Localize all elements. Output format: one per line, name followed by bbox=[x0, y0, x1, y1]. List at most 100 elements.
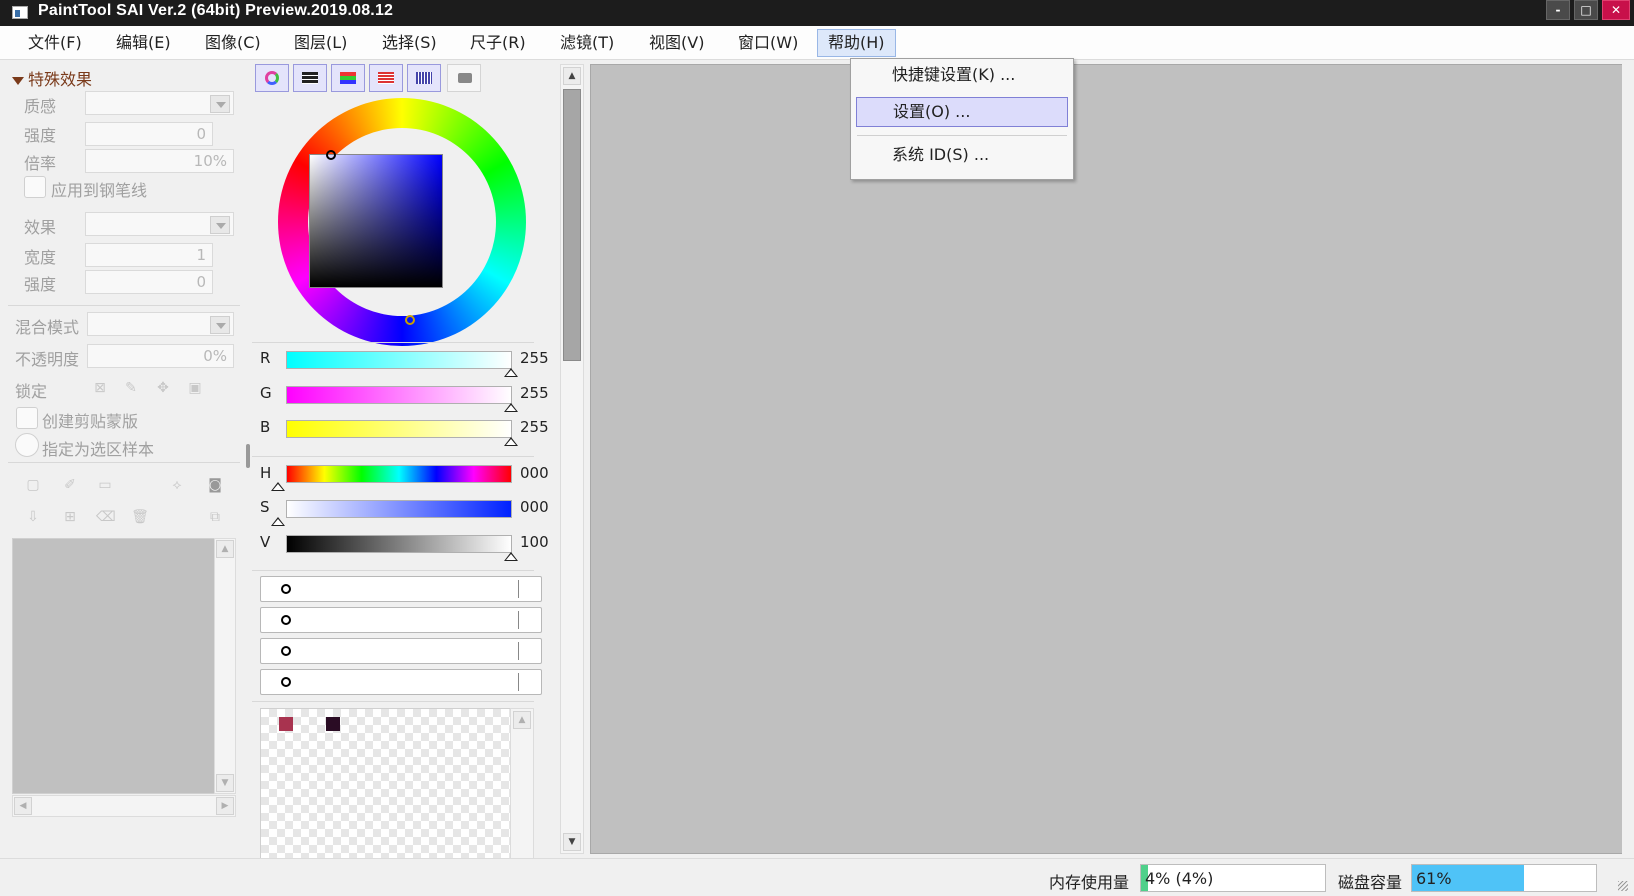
menu-ruler[interactable]: 尺子(R) bbox=[460, 29, 536, 57]
clipping-checkbox[interactable] bbox=[16, 407, 38, 429]
mixer-bar-4[interactable] bbox=[260, 669, 542, 695]
scroll-thumb[interactable] bbox=[563, 89, 581, 361]
s-slider-thumb[interactable] bbox=[271, 517, 285, 526]
width-slider[interactable]: 1 bbox=[85, 243, 213, 267]
menu-layer[interactable]: 图层(L) bbox=[284, 29, 357, 57]
mixer-handle[interactable] bbox=[281, 646, 291, 656]
new-folder-icon[interactable]: ▭ bbox=[96, 476, 114, 494]
mixer-bar-2[interactable] bbox=[260, 607, 542, 633]
swatch-scrollbar[interactable]: ▲ bbox=[510, 708, 534, 860]
h-value: 000 bbox=[520, 464, 549, 482]
app-icon bbox=[12, 6, 28, 19]
color-swatch[interactable] bbox=[279, 717, 293, 731]
apply-to-pen-checkbox[interactable] bbox=[24, 176, 46, 198]
duplicate-icon[interactable]: ⧉ bbox=[206, 508, 224, 526]
color-swatch[interactable] bbox=[326, 717, 340, 731]
scroll-up-icon[interactable]: ▲ bbox=[216, 540, 234, 558]
scroll-left-icon[interactable]: ◀ bbox=[14, 797, 32, 815]
title-bar: PaintTool SAI Ver.2 (64bit) Preview.2019… bbox=[0, 0, 1634, 26]
canvas-area[interactable] bbox=[590, 64, 1625, 854]
h-slider-thumb[interactable] bbox=[271, 482, 285, 491]
swatches-tab[interactable] bbox=[407, 64, 441, 92]
mixer-handle[interactable] bbox=[281, 615, 291, 625]
menu-view[interactable]: 视图(V) bbox=[639, 29, 714, 57]
new-linework-layer-icon[interactable]: ✐ bbox=[61, 476, 79, 494]
hue-marker[interactable] bbox=[405, 315, 415, 325]
menu-help[interactable]: 帮助(H) bbox=[817, 29, 896, 57]
color-wheel-tab[interactable] bbox=[255, 64, 289, 92]
lock-transparency-icon[interactable]: ⊠ bbox=[91, 379, 109, 397]
selection-source-radio[interactable] bbox=[15, 433, 39, 457]
layer-list-scrollbar[interactable]: ▲ ▼ bbox=[214, 538, 236, 794]
mixer-handle[interactable] bbox=[281, 677, 291, 687]
menu-window[interactable]: 窗口(W) bbox=[728, 29, 808, 57]
minimize-button[interactable]: - bbox=[1546, 0, 1570, 20]
menu-image[interactable]: 图像(C) bbox=[195, 29, 271, 57]
saturation-value-square[interactable] bbox=[309, 154, 443, 288]
effect-dropdown[interactable] bbox=[85, 212, 234, 236]
r-slider-thumb[interactable] bbox=[504, 368, 518, 377]
menu-item-system-id[interactable]: 系统 ID(S) ... bbox=[856, 141, 1068, 171]
layer-list[interactable] bbox=[12, 538, 232, 794]
merge-down-icon[interactable]: ⊞ bbox=[61, 508, 79, 526]
close-button[interactable]: ✕ bbox=[1602, 0, 1630, 20]
layer-effect-icon[interactable]: ⟡ bbox=[168, 476, 186, 494]
g-slider[interactable] bbox=[286, 386, 512, 404]
scroll-down-icon[interactable]: ▼ bbox=[563, 833, 581, 851]
b-slider[interactable] bbox=[286, 420, 512, 438]
swatch-grid[interactable] bbox=[260, 708, 518, 860]
strength-label: 强度 bbox=[24, 126, 57, 145]
g-value: 255 bbox=[520, 384, 549, 402]
new-layer-icon[interactable]: ▢ bbox=[24, 476, 42, 494]
b-slider-thumb[interactable] bbox=[504, 437, 518, 446]
chevron-down-icon bbox=[210, 216, 230, 234]
texture-dropdown[interactable] bbox=[85, 91, 234, 115]
scroll-up-icon[interactable]: ▲ bbox=[513, 711, 531, 729]
h-slider[interactable] bbox=[286, 465, 512, 483]
menu-item-settings[interactable]: 设置(O) ... bbox=[856, 97, 1068, 127]
menu-item-shortcut-settings[interactable]: 快捷键设置(K) ... bbox=[856, 61, 1068, 91]
scroll-right-icon[interactable]: ▶ bbox=[216, 797, 234, 815]
rgb-slider-tab[interactable] bbox=[293, 64, 327, 92]
scroll-up-icon[interactable]: ▲ bbox=[563, 67, 581, 85]
effects-header[interactable]: 特殊效果 bbox=[12, 66, 92, 90]
r-slider[interactable] bbox=[286, 351, 512, 369]
mixer-handle[interactable] bbox=[281, 584, 291, 594]
scratchpad-tab[interactable] bbox=[447, 64, 481, 92]
color-mixer-tab[interactable] bbox=[369, 64, 403, 92]
color-panel-scrollbar[interactable]: ▲ ▼ bbox=[560, 64, 584, 854]
scroll-down-icon[interactable]: ▼ bbox=[216, 774, 234, 792]
resize-grip-icon[interactable] bbox=[1618, 881, 1628, 891]
sv-marker[interactable] bbox=[326, 150, 336, 160]
opacity-slider[interactable]: 0% bbox=[87, 344, 234, 368]
help-dropdown-menu: 快捷键设置(K) ... 设置(O) ... 系统 ID(S) ... bbox=[850, 58, 1074, 180]
scale-slider[interactable]: 10% bbox=[85, 149, 234, 173]
lock-move-icon[interactable]: ✥ bbox=[154, 379, 172, 397]
s-slider[interactable] bbox=[286, 500, 512, 518]
layer-mask-icon[interactable]: ◙ bbox=[206, 476, 224, 494]
blend-mode-dropdown[interactable] bbox=[87, 312, 234, 336]
clear-layer-icon[interactable]: ⌫ bbox=[96, 508, 116, 526]
v-slider-thumb[interactable] bbox=[504, 552, 518, 561]
lock-paint-icon[interactable]: ✎ bbox=[122, 379, 140, 397]
menu-select[interactable]: 选择(S) bbox=[372, 29, 447, 57]
strength-field[interactable]: 0 bbox=[85, 122, 213, 146]
effect-strength-field[interactable]: 0 bbox=[85, 270, 213, 294]
lock-all-icon[interactable]: ▣ bbox=[186, 379, 204, 397]
maximize-button[interactable]: □ bbox=[1574, 0, 1598, 20]
g-slider-thumb[interactable] bbox=[504, 403, 518, 412]
hsv-slider-tab[interactable] bbox=[331, 64, 365, 92]
panel-splitter-grip[interactable] bbox=[246, 444, 250, 468]
menu-file[interactable]: 文件(F) bbox=[18, 29, 92, 57]
menu-edit[interactable]: 编辑(E) bbox=[106, 29, 181, 57]
transfer-down-icon[interactable]: ⇩ bbox=[24, 508, 42, 526]
mixer-bar-1[interactable] bbox=[260, 576, 542, 602]
mixer-bar-3[interactable] bbox=[260, 638, 542, 664]
delete-layer-icon[interactable]: 🗑 bbox=[131, 508, 149, 526]
layer-list-hscrollbar[interactable]: ◀ ▶ bbox=[12, 795, 236, 817]
menu-filter[interactable]: 滤镜(T) bbox=[550, 29, 624, 57]
v-slider[interactable] bbox=[286, 535, 512, 553]
scale-label: 倍率 bbox=[24, 154, 57, 173]
chevron-down-icon bbox=[210, 95, 230, 113]
collapse-triangle-icon bbox=[12, 76, 24, 85]
